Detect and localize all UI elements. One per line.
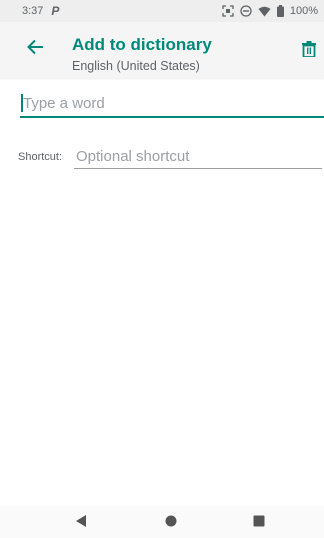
navigation-bar [0,506,324,538]
nav-recents-button[interactable] [250,514,268,532]
nav-home-icon [165,514,177,532]
status-time: 3:37 [22,5,44,17]
shortcut-label: Shortcut: [18,151,63,163]
nav-back-icon [75,514,87,533]
do-not-disturb-icon [240,5,252,17]
app-bar: Add to dictionary English (United States… [0,22,324,78]
text-cursor [21,94,23,112]
shortcut-field [74,145,324,169]
delete-button[interactable] [298,40,320,62]
page-subtitle: English (United States) [72,59,200,73]
battery-icon [276,5,284,17]
arrow-back-icon [26,38,44,61]
nav-back-button[interactable] [72,514,90,532]
nav-home-button[interactable] [162,514,180,532]
shortcut-input[interactable] [74,145,324,167]
trash-icon [302,40,316,62]
status-icons: 100% [222,5,318,17]
battery-percentage: 100% [289,5,318,17]
back-button[interactable] [22,36,48,62]
notification-p-icon: P [51,4,60,18]
word-input[interactable] [20,90,313,116]
wifi-icon [258,6,271,17]
page-title: Add to dictionary [72,35,212,54]
status-bar: 3:37 P 100% [0,0,324,22]
nav-recents-icon [253,514,265,532]
word-field [20,90,324,118]
screenshot-icon [222,5,234,17]
